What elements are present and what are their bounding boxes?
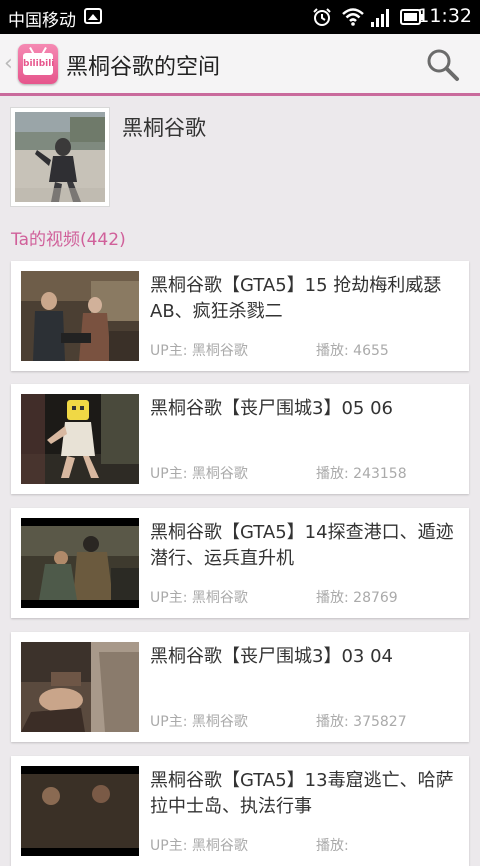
profile-name: 黑桐谷歌 [122, 116, 206, 140]
search-icon[interactable] [426, 48, 460, 82]
video-play-count: 播放: [316, 838, 349, 854]
video-play-count: 播放: 243158 [316, 466, 407, 482]
video-thumbnail [21, 642, 139, 732]
video-thumbnail [21, 271, 139, 361]
video-uploader: UP主: 黑桐谷歌 [150, 714, 248, 730]
video-card[interactable]: 黑桐谷歌【GTA5】14探查港口、遁迹潜行、运兵直升机 UP主: 黑桐谷歌 播放… [11, 508, 469, 618]
video-card[interactable]: 黑桐谷歌【GTA5】15 抢劫梅利威瑟AB、疯狂杀戮二 UP主: 黑桐谷歌 播放… [11, 261, 469, 371]
video-play-count: 播放: 28769 [316, 590, 398, 606]
image-notification-icon [84, 8, 102, 24]
video-card[interactable]: 黑桐谷歌【丧尸围城3】03 04 UP主: 黑桐谷歌 播放: 375827 [11, 632, 469, 742]
back-chevron-icon[interactable]: ‹ [4, 53, 13, 75]
video-play-count: 播放: 4655 [316, 343, 389, 359]
video-thumbnail [21, 518, 139, 608]
logo-text: bilibili [23, 53, 54, 75]
status-bar: 中国移动 11:32 [0, 0, 480, 34]
action-bar: ‹ bilibili 黑桐谷歌的空间 [0, 34, 480, 96]
video-title: 黑桐谷歌【GTA5】13毒窟逃亡、哈萨拉中士岛、执法行事 [150, 770, 454, 817]
avatar-image [15, 112, 105, 202]
alarm-icon [313, 8, 331, 26]
videos-section-title: Ta的视频(442) [11, 230, 126, 250]
avatar [11, 108, 109, 206]
app-logo[interactable]: bilibili [18, 44, 58, 84]
clock: 11:32 [417, 5, 472, 27]
video-play-count: 播放: 375827 [316, 714, 407, 730]
video-card[interactable]: 黑桐谷歌【GTA5】13毒窟逃亡、哈萨拉中士岛、执法行事 UP主: 黑桐谷歌 播… [11, 756, 469, 866]
video-title: 黑桐谷歌【GTA5】14探查港口、遁迹潜行、运兵直升机 [150, 522, 454, 569]
video-thumbnail [21, 766, 139, 856]
video-uploader: UP主: 黑桐谷歌 [150, 466, 248, 482]
video-uploader: UP主: 黑桐谷歌 [150, 838, 248, 854]
video-uploader: UP主: 黑桐谷歌 [150, 590, 248, 606]
video-title: 黑桐谷歌【GTA5】15 抢劫梅利威瑟AB、疯狂杀戮二 [150, 275, 442, 322]
page-title: 黑桐谷歌的空间 [66, 55, 221, 80]
wifi-icon [342, 8, 364, 26]
video-thumbnail [21, 394, 139, 484]
video-uploader: UP主: 黑桐谷歌 [150, 343, 248, 359]
video-title: 黑桐谷歌【丧尸围城3】05 06 [150, 398, 393, 419]
carrier-label: 中国移动 [8, 11, 76, 31]
signal-icon [371, 9, 389, 27]
video-card[interactable]: 黑桐谷歌【丧尸围城3】05 06 UP主: 黑桐谷歌 播放: 243158 [11, 384, 469, 494]
video-title: 黑桐谷歌【丧尸围城3】03 04 [150, 646, 393, 667]
